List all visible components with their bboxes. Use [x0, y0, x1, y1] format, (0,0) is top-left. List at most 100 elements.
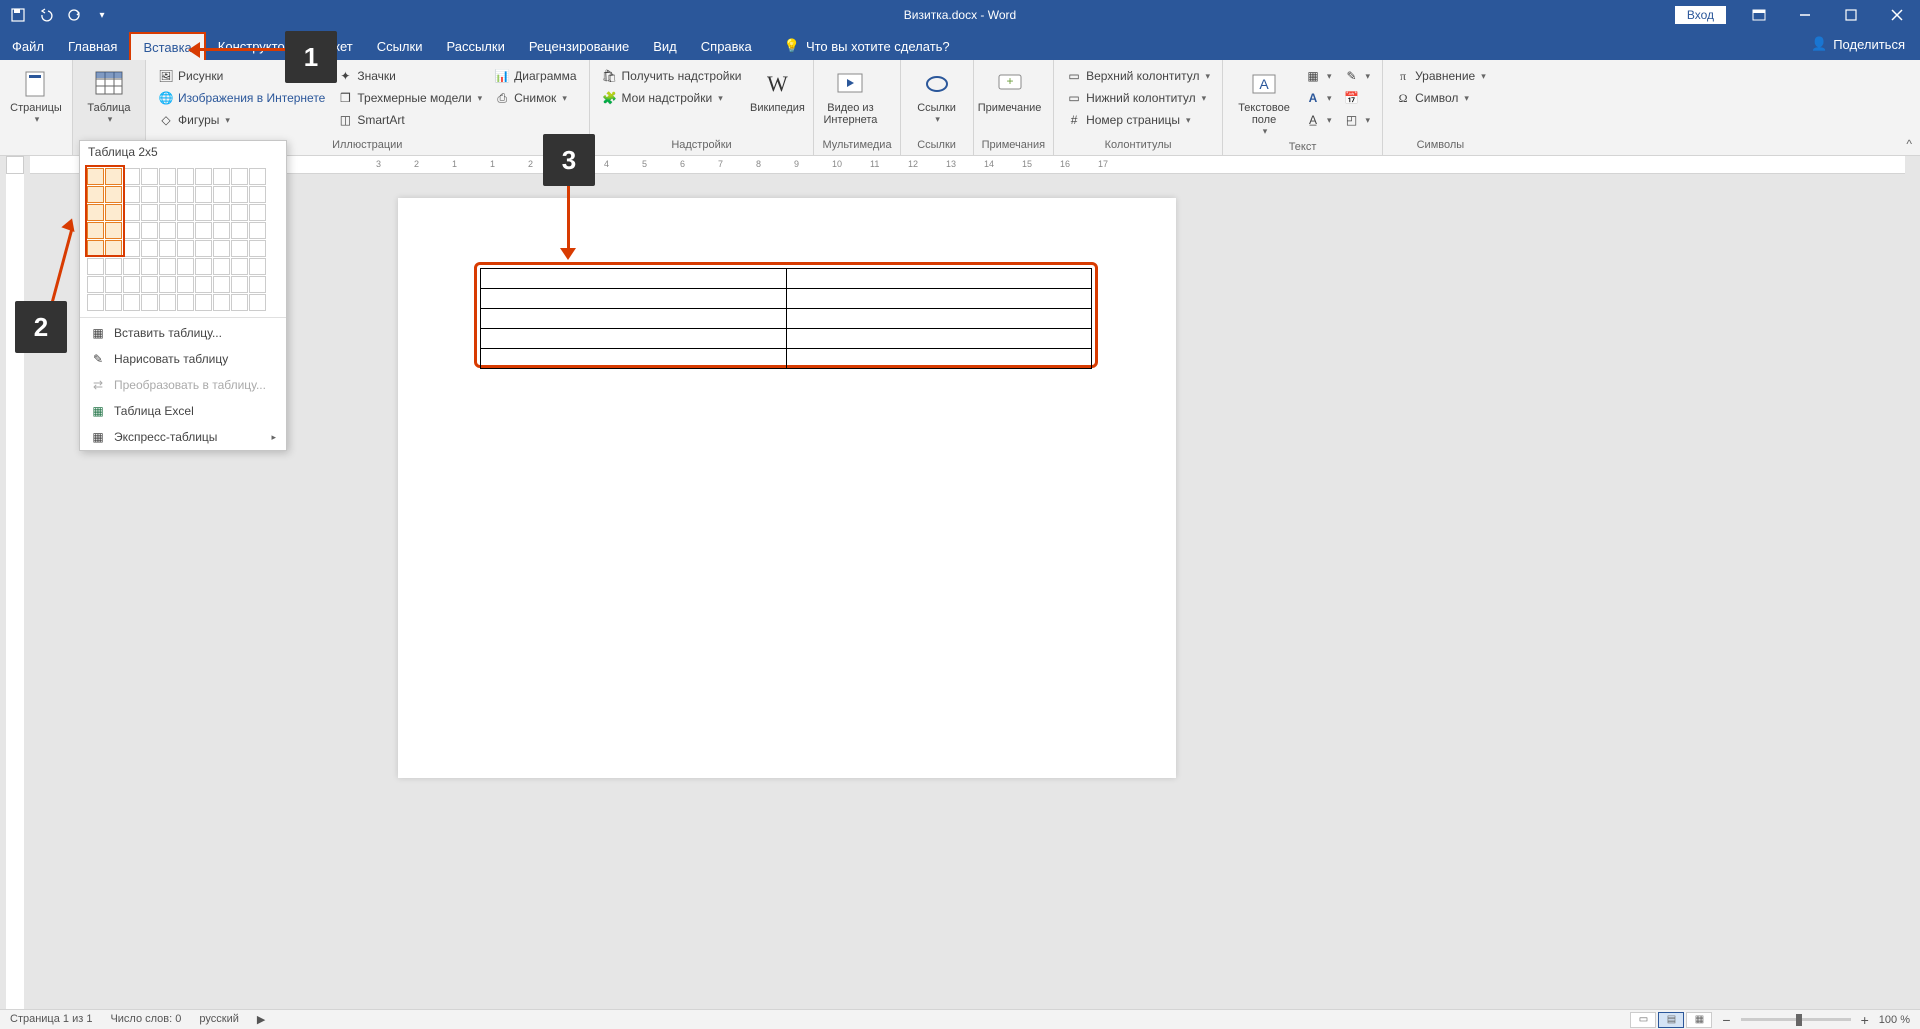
shapes-button[interactable]: ◇Фигуры▾ — [154, 110, 329, 130]
status-page[interactable]: Страница 1 из 1 — [10, 1013, 92, 1026]
table-grid-cell[interactable] — [159, 222, 176, 239]
tab-file[interactable]: Файл — [0, 33, 56, 60]
table-grid-cell[interactable] — [231, 168, 248, 185]
tab-references[interactable]: Ссылки — [365, 33, 435, 60]
status-macros-icon[interactable]: ▶ — [257, 1013, 265, 1026]
online-video-button[interactable]: Видео из Интернета — [822, 66, 878, 128]
table-grid-cell[interactable] — [159, 258, 176, 275]
table-grid-cell[interactable] — [177, 276, 194, 293]
table-grid-cell[interactable] — [195, 204, 212, 221]
icons-button[interactable]: ✦Значки — [333, 66, 486, 86]
table-grid-cell[interactable] — [159, 168, 176, 185]
table-grid-cell[interactable] — [123, 186, 140, 203]
my-addins-button[interactable]: 🧩Мои надстройки▾ — [598, 88, 746, 108]
table-grid-cell[interactable] — [195, 258, 212, 275]
vertical-ruler[interactable] — [6, 174, 24, 1009]
online-images-button[interactable]: 🌐Изображения в Интернете — [154, 88, 329, 108]
table-grid-cell[interactable] — [105, 294, 122, 311]
table-grid-cell[interactable] — [213, 258, 230, 275]
close-icon[interactable] — [1874, 0, 1920, 30]
ribbon-display-icon[interactable] — [1736, 0, 1782, 30]
table-grid-cell[interactable] — [105, 276, 122, 293]
table-grid-cell[interactable] — [87, 204, 104, 221]
table-grid-cell[interactable] — [141, 276, 158, 293]
table-grid-cell[interactable] — [231, 186, 248, 203]
table-grid-cell[interactable] — [87, 258, 104, 275]
table-grid-cell[interactable] — [195, 168, 212, 185]
table-grid-cell[interactable] — [177, 222, 194, 239]
text-misc4-button[interactable]: ✎▾ — [1340, 66, 1375, 86]
table-grid-cell[interactable] — [159, 186, 176, 203]
customize-qat-icon[interactable]: ▾ — [94, 7, 110, 23]
table-grid-cell[interactable] — [105, 204, 122, 221]
text-misc2-button[interactable]: A▾ — [1301, 88, 1336, 108]
text-misc5-button[interactable]: 📅 — [1340, 88, 1375, 108]
insert-table-menuitem[interactable]: ▦Вставить таблицу... — [80, 320, 286, 346]
table-grid-cell[interactable] — [177, 204, 194, 221]
table-grid-cell[interactable] — [213, 168, 230, 185]
equation-button[interactable]: πУравнение▾ — [1391, 66, 1490, 86]
table-grid-cell[interactable] — [105, 186, 122, 203]
table-grid-cell[interactable] — [177, 186, 194, 203]
status-language[interactable]: русский — [199, 1013, 238, 1026]
table-grid-cell[interactable] — [159, 240, 176, 257]
table-grid-cell[interactable] — [105, 222, 122, 239]
table-grid-cell[interactable] — [213, 204, 230, 221]
table-grid-cell[interactable] — [249, 258, 266, 275]
text-misc1-button[interactable]: ▦▾ — [1301, 66, 1336, 86]
table-grid-cell[interactable] — [141, 222, 158, 239]
smartart-button[interactable]: ◫SmartArt — [333, 110, 486, 130]
table-grid-cell[interactable] — [249, 186, 266, 203]
table-grid-cell[interactable] — [159, 294, 176, 311]
table-grid-cell[interactable] — [123, 222, 140, 239]
table-grid-cell[interactable] — [105, 240, 122, 257]
table-grid-cell[interactable] — [123, 168, 140, 185]
comment-button[interactable]: + Примечание — [982, 66, 1038, 116]
table-grid-cell[interactable] — [123, 294, 140, 311]
text-misc3-button[interactable]: A̲▾ — [1301, 110, 1336, 130]
table-grid-cell[interactable] — [249, 294, 266, 311]
tab-selector[interactable] — [6, 156, 24, 174]
table-grid-cell[interactable] — [231, 258, 248, 275]
table-grid-cell[interactable] — [141, 240, 158, 257]
table-grid-cell[interactable] — [159, 276, 176, 293]
table-grid-cell[interactable] — [105, 258, 122, 275]
table-grid-cell[interactable] — [195, 294, 212, 311]
table-grid-cell[interactable] — [141, 294, 158, 311]
textbox-button[interactable]: A Текстовое поле▾ — [1231, 66, 1297, 139]
table-row[interactable] — [481, 309, 1092, 329]
table-grid-cell[interactable] — [123, 258, 140, 275]
table-grid-cell[interactable] — [141, 168, 158, 185]
table-grid-cell[interactable] — [87, 168, 104, 185]
table-grid-cell[interactable] — [105, 168, 122, 185]
table-grid-cell[interactable] — [87, 240, 104, 257]
table-grid-cell[interactable] — [141, 258, 158, 275]
login-button[interactable]: Вход — [1675, 6, 1726, 24]
table-grid-cell[interactable] — [195, 276, 212, 293]
header-button[interactable]: ▭Верхний колонтитул▾ — [1062, 66, 1214, 86]
table-grid-cell[interactable] — [231, 222, 248, 239]
table-grid-cell[interactable] — [87, 276, 104, 293]
table-button[interactable]: Таблица▾ — [81, 66, 137, 127]
tab-help[interactable]: Справка — [689, 33, 764, 60]
table-grid-cell[interactable] — [123, 276, 140, 293]
zoom-slider[interactable] — [1741, 1018, 1851, 1021]
table-grid-cell[interactable] — [249, 204, 266, 221]
table-grid-cell[interactable] — [87, 222, 104, 239]
tab-view[interactable]: Вид — [641, 33, 689, 60]
table-grid-cell[interactable] — [231, 294, 248, 311]
excel-table-menuitem[interactable]: ▦Таблица Excel — [80, 398, 286, 424]
table-row[interactable] — [481, 289, 1092, 309]
table-grid-cell[interactable] — [249, 222, 266, 239]
get-addins-button[interactable]: 🛍Получить надстройки — [598, 66, 746, 86]
horizontal-ruler[interactable]: 3211234567891011121314151617 — [30, 156, 1905, 174]
collapse-ribbon-icon[interactable]: ^ — [1906, 137, 1912, 151]
table-grid-cell[interactable] — [177, 294, 194, 311]
zoom-level[interactable]: 100 % — [1879, 1014, 1910, 1026]
table-grid-cell[interactable] — [87, 186, 104, 203]
tab-home[interactable]: Главная — [56, 33, 129, 60]
table-grid-cell[interactable] — [177, 168, 194, 185]
symbol-button[interactable]: ΩСимвол▾ — [1391, 88, 1490, 108]
table-grid-cell[interactable] — [231, 204, 248, 221]
zoom-out-button[interactable]: − — [1722, 1012, 1730, 1028]
